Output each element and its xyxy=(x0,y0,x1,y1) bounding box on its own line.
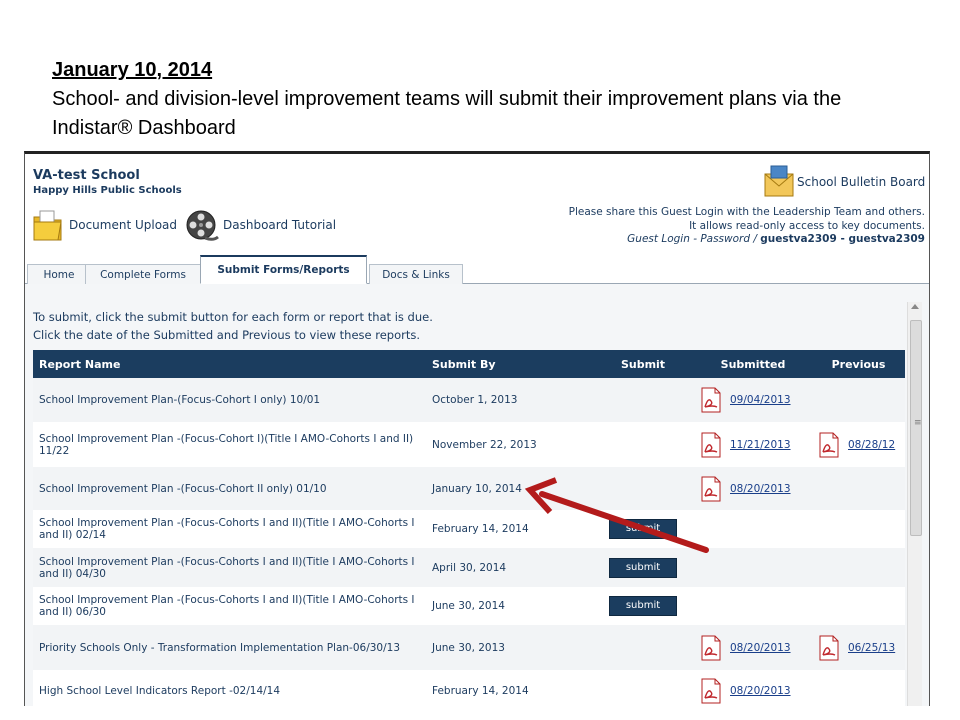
report-name: Priority Schools Only - Transformation I… xyxy=(33,625,426,670)
submit-cell-empty xyxy=(592,625,694,670)
pdf-icon xyxy=(701,678,721,704)
submitted-date-link[interactable]: 08/20/2013 xyxy=(730,642,791,654)
tab-complete-forms[interactable]: Complete Forms xyxy=(85,264,201,284)
table-row: School Improvement Plan -(Focus-Cohorts … xyxy=(33,548,905,587)
dashboard-screenshot: VA-test School Happy Hills Public School… xyxy=(24,151,930,706)
table-header-row: Report Name Submit By Submit Submitted P… xyxy=(33,350,905,378)
pdf-icon xyxy=(701,635,721,660)
tab-home[interactable]: Home xyxy=(27,264,91,284)
submit-by-date: June 30, 2013 xyxy=(426,625,592,670)
submit-cell-empty xyxy=(592,467,694,510)
report-name: School Improvement Plan -(Focus-Cohorts … xyxy=(33,587,426,625)
col-report-name: Report Name xyxy=(33,350,426,378)
table-row: Priority Schools Only - Transformation I… xyxy=(33,625,905,670)
submitted-cell-empty xyxy=(694,548,812,587)
pdf-icon xyxy=(701,387,721,413)
envelope-icon xyxy=(764,165,794,197)
slide-date: January 10, 2014 xyxy=(52,59,213,81)
report-name: School Improvement Plan -(Focus-Cohorts … xyxy=(33,510,426,548)
pdf-icon xyxy=(701,476,721,501)
document-upload-link[interactable]: Document Upload xyxy=(31,206,177,244)
pdf-icon xyxy=(819,432,839,457)
col-submitted: Submitted xyxy=(694,350,812,378)
main-content: To submit, click the submit button for e… xyxy=(25,284,929,706)
submit-cell-empty xyxy=(592,670,694,706)
film-reel-icon xyxy=(186,210,219,241)
previous-cell-empty xyxy=(812,378,905,422)
previous-date-link[interactable]: 06/25/13 xyxy=(848,642,895,654)
vertical-scrollbar[interactable]: ≡ xyxy=(907,302,922,706)
previous-cell-empty xyxy=(812,587,905,625)
table-row: School Improvement Plan -(Focus-Cohort I… xyxy=(33,467,905,510)
table-row: School Improvement Plan -(Focus-Cohorts … xyxy=(33,587,905,625)
folder-icon xyxy=(33,210,62,241)
tab-submit-forms-reports[interactable]: Submit Forms/Reports xyxy=(200,255,367,284)
submitted-date-link[interactable]: 08/20/2013 xyxy=(730,483,791,495)
table-row: School Improvement Plan-(Focus-Cohort I … xyxy=(33,378,905,422)
table-row: School Improvement Plan -(Focus-Cohorts … xyxy=(33,510,905,548)
submit-cell-empty xyxy=(592,378,694,422)
previous-cell-empty xyxy=(812,670,905,706)
tab-docs-links[interactable]: Docs & Links xyxy=(369,264,463,284)
submitted-date-link[interactable]: 11/21/2013 xyxy=(730,439,791,451)
submit-cell-empty xyxy=(592,422,694,467)
dashboard-tutorial-label: Dashboard Tutorial xyxy=(223,218,337,232)
report-name: School Improvement Plan -(Focus-Cohort I… xyxy=(33,467,426,510)
report-name: School Improvement Plan -(Focus-Cohorts … xyxy=(33,548,426,587)
submit-by-date: October 1, 2013 xyxy=(426,378,592,422)
submit-button[interactable]: submit xyxy=(609,519,677,539)
previous-date-link[interactable]: 08/28/12 xyxy=(848,439,895,451)
guest-login-info: Please share this Guest Login with the L… xyxy=(545,206,925,247)
guest-info-line2: It allows read-only access to key docume… xyxy=(689,219,925,232)
submitted-cell-empty xyxy=(694,510,812,548)
report-name: School Improvement Plan -(Focus-Cohort I… xyxy=(33,422,426,467)
report-name: High School Level Indicators Report -02/… xyxy=(33,670,426,706)
slide-heading: January 10, 2014 School- and division-le… xyxy=(52,56,912,143)
school-name: VA-test School xyxy=(33,168,140,183)
col-submit-by: Submit By xyxy=(426,350,592,378)
pdf-icon xyxy=(701,432,721,457)
submit-button[interactable]: submit xyxy=(609,596,677,616)
guest-credentials: guestva2309 - guestva2309 xyxy=(760,233,925,245)
submit-by-date: February 14, 2014 xyxy=(426,670,592,706)
submit-by-date: February 14, 2014 xyxy=(426,510,592,548)
report-name: School Improvement Plan-(Focus-Cohort I … xyxy=(33,378,426,422)
tab-bar: Home Complete Forms Submit Forms/Reports… xyxy=(25,255,929,284)
division-name: Happy Hills Public Schools xyxy=(33,185,182,196)
submit-by-date: January 10, 2014 xyxy=(426,467,592,510)
guest-login-label: Guest Login - Password / xyxy=(627,233,757,245)
col-previous: Previous xyxy=(812,350,905,378)
instruction-line2: Click the date of the Submitted and Prev… xyxy=(33,328,421,342)
previous-cell-empty xyxy=(812,467,905,510)
guest-info-line1: Please share this Guest Login with the L… xyxy=(568,206,925,218)
previous-cell-empty xyxy=(812,510,905,548)
reports-table: Report Name Submit By Submit Submitted P… xyxy=(33,350,905,706)
submitted-date-link[interactable]: 09/04/2013 xyxy=(730,394,791,406)
table-row: School Improvement Plan -(Focus-Cohort I… xyxy=(33,422,905,467)
previous-cell-empty xyxy=(812,548,905,587)
submit-by-date: June 30, 2014 xyxy=(426,587,592,625)
submit-by-date: November 22, 2013 xyxy=(426,422,592,467)
document-upload-label: Document Upload xyxy=(69,218,178,232)
bulletin-board-link[interactable]: School Bulletin Board xyxy=(763,164,925,200)
pdf-icon xyxy=(819,635,839,660)
submit-button[interactable]: submit xyxy=(609,557,677,578)
bulletin-board-label: School Bulletin Board xyxy=(797,175,926,189)
submitted-cell-empty xyxy=(694,587,812,625)
instructions: To submit, click the submit button for e… xyxy=(33,308,433,344)
submitted-date-link[interactable]: 08/20/2013 xyxy=(730,685,791,697)
slide-body-text: School- and division-level improvement t… xyxy=(52,88,842,139)
dashboard-tutorial-link[interactable]: Dashboard Tutorial xyxy=(185,206,336,244)
scrollbar-thumb[interactable]: ≡ xyxy=(910,320,922,536)
scroll-up-icon[interactable] xyxy=(911,304,919,309)
submit-by-date: April 30, 2014 xyxy=(426,548,592,587)
grip-icon: ≡ xyxy=(914,418,922,428)
col-submit: Submit xyxy=(592,350,694,378)
table-row: High School Level Indicators Report -02/… xyxy=(33,670,905,706)
instruction-line1: To submit, click the submit button for e… xyxy=(33,310,433,324)
